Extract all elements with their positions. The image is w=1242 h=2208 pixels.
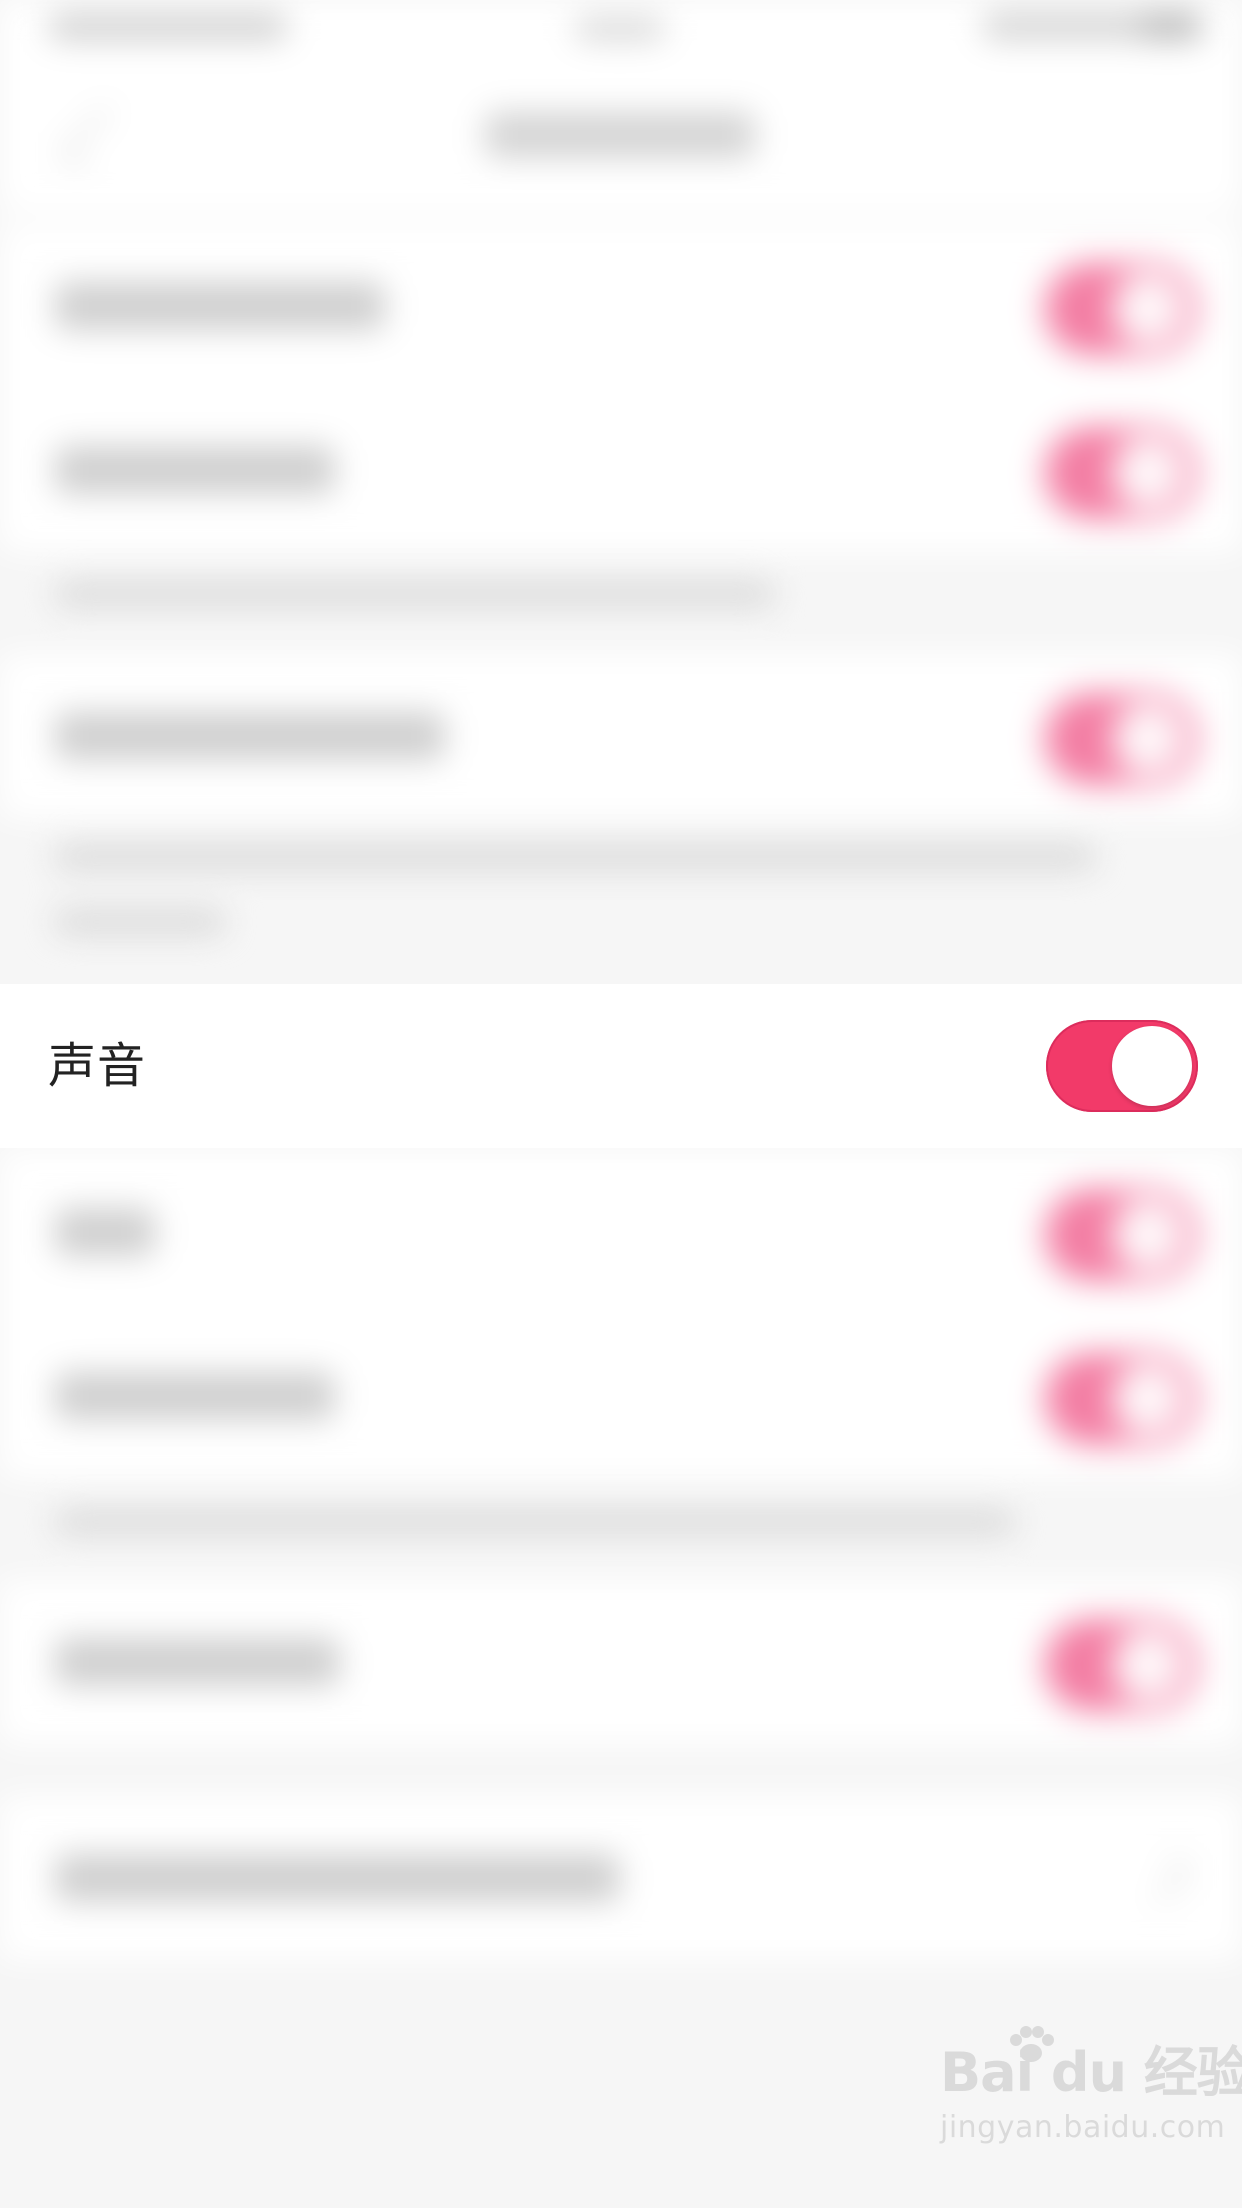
toggle-knob — [1112, 1026, 1192, 1106]
blurred-toggle-5[interactable] — [1046, 1354, 1196, 1444]
blurred-toggle-2[interactable] — [1046, 428, 1196, 518]
sound-toggle[interactable] — [1046, 1020, 1198, 1112]
blurred-description-2-line-1 — [55, 845, 1095, 869]
status-right-blurred — [982, 12, 1202, 40]
blurred-settings-row-6[interactable] — [0, 1580, 1242, 1744]
blurred-settings-row-3[interactable] — [0, 654, 1242, 818]
blurred-row-label-6 — [55, 1638, 340, 1686]
blurred-settings-row-2[interactable] — [0, 388, 1242, 552]
blurred-settings-row-1[interactable] — [0, 224, 1242, 388]
blurred-settings-row-4[interactable] — [0, 1150, 1242, 1314]
sound-setting-row[interactable]: 声音 — [0, 984, 1242, 1148]
status-left-blurred — [48, 14, 288, 40]
blurred-toggle-3[interactable] — [1046, 694, 1196, 784]
navigation-bar — [0, 62, 1242, 212]
blurred-description-1 — [55, 582, 775, 606]
blurred-toggle-4[interactable] — [1046, 1190, 1196, 1280]
blurred-settings-row-5[interactable] — [0, 1314, 1242, 1478]
watermark-logo: Bai du 经验 — [940, 2041, 1242, 2104]
paw-icon — [1008, 2026, 1054, 2070]
blurred-toggle-1[interactable] — [1046, 264, 1196, 354]
blurred-row-label-1 — [55, 282, 385, 330]
blurred-toggle-6[interactable] — [1046, 1620, 1196, 1710]
blurred-row-label-5 — [55, 1372, 335, 1420]
blurred-row-label-2 — [55, 446, 335, 494]
blurred-row-label-4 — [55, 1208, 155, 1256]
watermark-url: jingyan.baidu.com — [940, 2110, 1226, 2145]
status-bar — [0, 0, 1242, 62]
baidu-jingyan-watermark: Bai du 经验 jingyan.baidu.com — [940, 2026, 1242, 2168]
page-title-blurred — [485, 112, 755, 158]
blurred-row-label-7 — [55, 1854, 620, 1902]
blurred-settings-row-7[interactable] — [0, 1796, 1242, 1960]
blurred-description-2-line-2 — [55, 910, 225, 934]
chevron-right-icon — [1143, 1856, 1190, 1903]
status-center-blurred — [575, 18, 665, 40]
blurred-description-3 — [55, 1510, 1015, 1534]
back-icon[interactable] — [61, 106, 128, 173]
blurred-row-label-3 — [55, 712, 445, 760]
sound-setting-label: 声音 — [48, 1038, 147, 1094]
